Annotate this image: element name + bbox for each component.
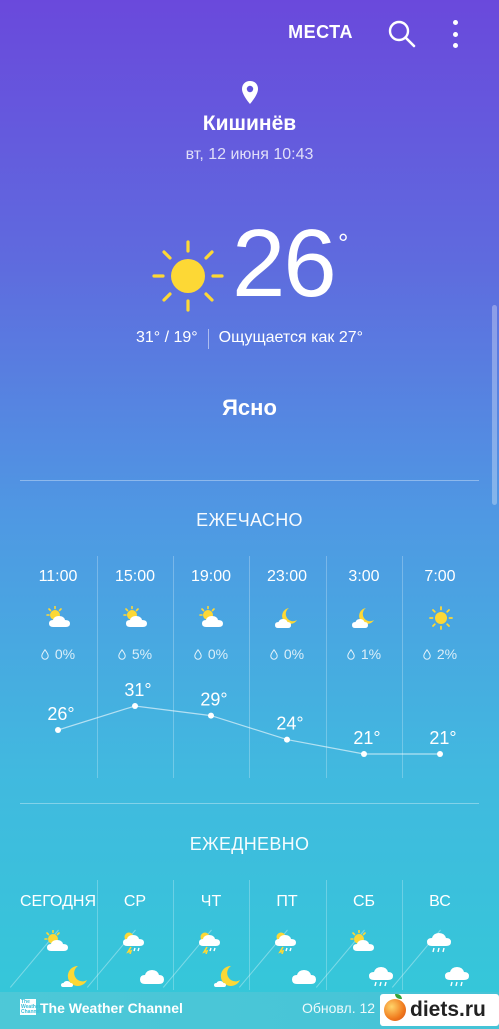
temp-point [132,703,138,709]
more-vert-icon[interactable] [444,20,466,48]
places-button[interactable]: МЕСТА [288,22,353,43]
top-bar: МЕСТА [0,0,499,70]
daily-item[interactable]: СР [86,880,173,990]
cloud-icon [137,964,167,988]
temp-label: 29° [200,690,227,710]
hour-time: 11:00 [38,568,78,585]
partly-cloudy-day-icon [348,929,378,954]
thunder-rain-icon [195,930,225,955]
column-separator [249,880,250,990]
weather-condition: Ясно [222,395,277,420]
temp-point [437,751,443,757]
temp-point [55,727,61,733]
hourly-title: ЕЖЕЧАСНО [196,510,303,530]
hourly-temp-chart: 26° 31° 29° 24° 21° 21° [47,680,457,757]
watermark-text: diets.ru [410,998,486,1021]
cloud-rain-icon [366,964,396,988]
day-label: ПТ [276,893,298,910]
date-time: вт, 12 июня 10:43 [185,146,314,163]
weather-channel-logo: The Weather Channel [20,999,41,1015]
temp-line [57,705,440,755]
location-pin-icon [240,80,260,106]
temp-label: 21° [429,728,456,748]
separator [207,329,209,349]
sun-icon [150,238,226,314]
daily-item[interactable]: ЧТ [162,880,249,990]
column-separator [97,880,98,990]
cloud-icon [289,964,319,988]
raindrop-icon [118,648,126,660]
updated-time: Обновл. 12 [302,1000,376,1016]
day-label: ЧТ [200,893,222,910]
day-label: ВС [429,893,451,910]
moon-icon [213,964,243,988]
hour-time: 19:00 [190,568,232,585]
high-low-temp: 31° / 19° [135,329,198,346]
scrollbar[interactable] [492,305,497,505]
partly-cloudy-day-icon [197,605,227,632]
partly-cloudy-day-icon [44,605,74,632]
hour-time: 7:00 [424,568,456,585]
temp-point [361,751,367,757]
hour-time: 3:00 [348,568,380,585]
column-separator [402,880,403,990]
temp-point [284,736,290,743]
temp-label: 21° [353,728,380,748]
temp-label: 24° [276,714,303,734]
temp-point [208,712,214,719]
degree-sign: ° [338,228,349,258]
temp-label: 26° [47,704,74,724]
search-icon[interactable] [387,19,417,49]
apple-logo-icon [384,994,406,1021]
feels-like: Ощущается как 27° [218,329,364,346]
raindrop-icon [41,648,49,660]
day-label: СР [123,893,147,910]
column-separator [326,880,327,990]
provider-name[interactable]: The Weather Channel [40,1000,183,1016]
cloud-rain-icon [442,964,472,988]
moon-cloud-icon [350,606,380,632]
hour-time: 15:00 [114,568,156,585]
daily-item[interactable]: СБ [315,880,402,990]
partly-cloudy-day-icon [42,929,72,954]
daily-item[interactable]: ВС [391,880,478,990]
daily-item[interactable]: ПТ [238,880,325,990]
raindrop-icon [194,648,202,660]
raindrop-icon [347,648,355,660]
daily-title: ЕЖЕДНЕВНО [189,834,310,854]
partly-cloudy-day-icon [121,605,151,632]
city-name: Кишинёв [202,112,297,135]
day-label: СЕГОДНЯ [20,893,97,910]
daily-item[interactable]: СЕГОДНЯ [9,880,97,990]
divider [20,480,479,481]
thunder-rain-icon [271,930,301,955]
column-separator [173,880,174,990]
temp-summary: 31° / 19° Ощущается как 27° [0,329,499,349]
site-watermark: diets.ru [380,994,499,1026]
cloud-rain-icon [424,930,454,954]
hour-time: 23:00 [266,568,308,585]
current-temperature: 26 [232,210,337,317]
moon-icon [60,964,90,988]
temp-label: 31° [124,680,151,700]
day-label: СБ [352,893,376,910]
thunder-rain-icon [119,930,149,955]
moon-cloud-icon [273,606,303,632]
divider [20,803,479,804]
raindrop-icon [270,648,278,660]
raindrop-icon [423,648,431,660]
sun-icon [426,606,456,632]
